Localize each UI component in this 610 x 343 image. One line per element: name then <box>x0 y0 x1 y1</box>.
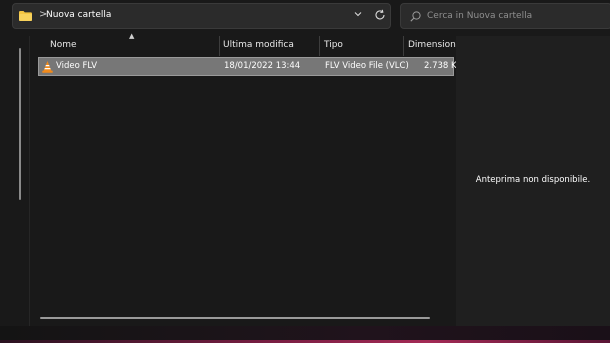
column-divider[interactable] <box>219 36 220 56</box>
column-header-type[interactable]: Tipo <box>324 36 343 56</box>
column-divider[interactable] <box>319 36 320 56</box>
folder-icon <box>19 11 32 21</box>
preview-pane: Anteprima non disponibile. <box>456 36 610 326</box>
preview-unavailable-message: Anteprima non disponibile. <box>475 175 591 185</box>
search-icon <box>410 11 421 22</box>
sort-up-icon: ▲ <box>129 32 135 40</box>
search-input[interactable] <box>427 8 607 24</box>
file-row[interactable]: Video FLV 18/01/2022 13:44 FLV Video Fil… <box>38 57 462 76</box>
file-modified-date: 18/01/2022 13:44 <box>224 61 301 71</box>
column-header-name[interactable]: Nome <box>50 36 77 56</box>
refresh-icon[interactable] <box>374 9 386 21</box>
search-box[interactable] <box>400 3 610 29</box>
column-header-size[interactable]: Dimensione <box>408 36 461 56</box>
vlc-cone-icon <box>42 61 53 73</box>
file-explorer-window: > Nuova cartella ▲ Nome Ultima modifica … <box>0 0 610 343</box>
column-header-modified[interactable]: Ultima modifica <box>223 36 294 56</box>
navigation-pane-divider[interactable] <box>29 36 30 326</box>
breadcrumb-current-folder[interactable]: Nuova cartella <box>46 10 111 20</box>
file-type: FLV Video File (VLC) <box>325 61 409 71</box>
horizontal-scrollbar[interactable] <box>40 317 430 319</box>
navigation-pane-scrollbar[interactable] <box>19 48 21 200</box>
column-divider[interactable] <box>403 36 404 56</box>
address-bar[interactable]: > Nuova cartella <box>12 3 391 29</box>
file-name[interactable]: Video FLV <box>56 61 97 71</box>
chevron-down-icon[interactable] <box>353 9 363 19</box>
